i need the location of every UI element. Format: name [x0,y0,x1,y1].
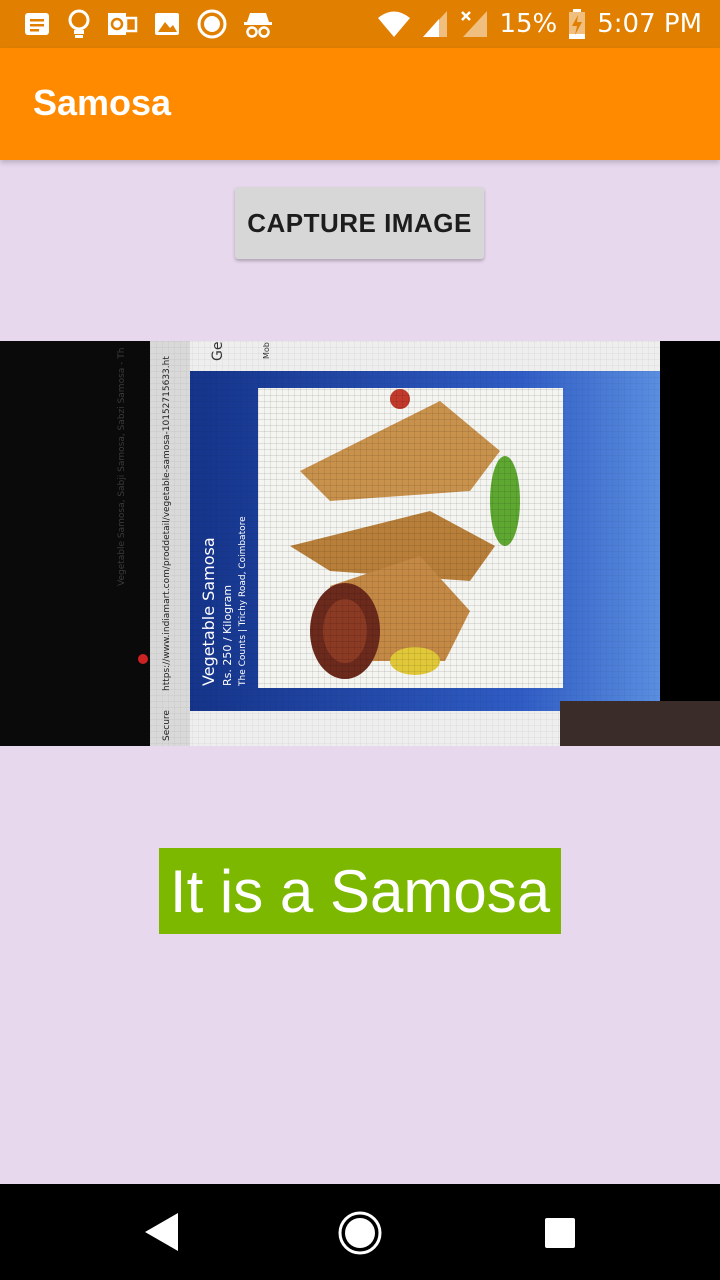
recents-icon[interactable] [544,1217,576,1249]
battery-charging-icon [569,9,586,39]
status-bar: 15% 5:07 PM [0,0,720,48]
back-icon[interactable] [142,1211,180,1253]
clock: 5:07 PM [597,9,702,39]
photo-header: Ge [210,342,226,361]
record-icon [197,9,227,39]
app-bar: Samosa [0,48,720,160]
result-label: It is a Samosa [159,848,561,934]
lightbulb-icon [68,9,90,38]
app-title: Samosa [33,82,172,123]
photo-price: Rs. 250 / Kilogram [221,585,234,686]
captured-image: Vegetable Samosa Rs. 250 / Kilogram The … [0,341,720,746]
samosa-photo: Vegetable Samosa Rs. 250 / Kilogram The … [0,341,720,746]
photo-secure: Secure [162,710,172,741]
photo-url: https://www.indiamart.com/proddetail/veg… [162,356,172,691]
notes-icon [25,13,49,35]
home-icon[interactable] [337,1210,383,1256]
no-signal-icon [461,11,488,37]
notification-icons [22,8,274,40]
navigation-bar [0,1184,720,1280]
wifi-icon [378,11,411,37]
capture-image-button[interactable]: CAPTURE IMAGE [235,187,484,259]
photo-tab-title: Vegetable Samosa, Sabji Samosa, Sabzi Sa… [117,348,127,586]
photo-seller: The Counts | Trichy Road, Coimbatore [238,516,248,687]
incognito-icon [244,13,272,38]
image-icon [155,13,179,35]
photo-mobile: Mob [262,342,271,359]
signal-icon [423,11,448,37]
photo-title: Vegetable Samosa [199,537,218,686]
outlook-icon [108,13,138,35]
battery-percent: 15% [499,9,558,39]
system-indicators: 15% 5:07 PM [377,8,702,40]
